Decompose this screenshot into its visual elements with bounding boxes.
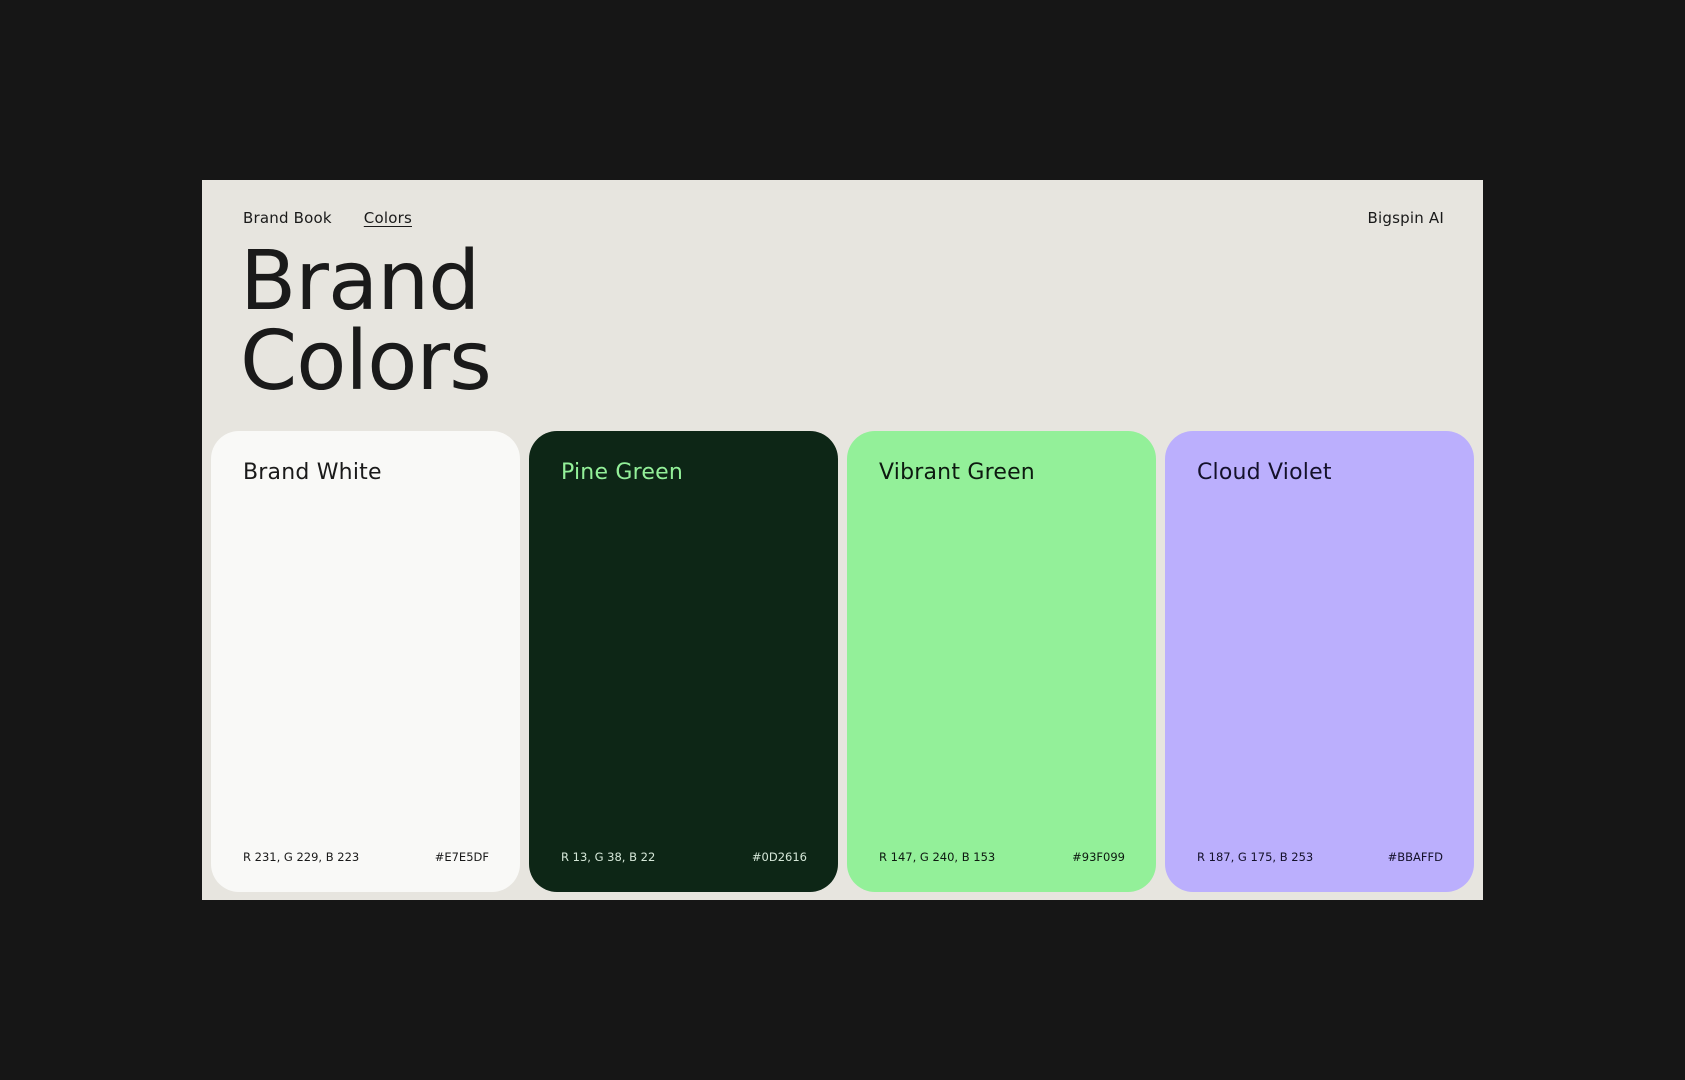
breadcrumb-colors[interactable]: Colors <box>364 209 412 227</box>
swatch-grid: Brand White R 231, G 229, B 223 #E7E5DF … <box>211 431 1474 892</box>
brand-name: Bigspin AI <box>1367 209 1444 227</box>
swatch-hex: #93F099 <box>1072 850 1125 864</box>
swatch-rgb: R 13, G 38, B 22 <box>561 850 656 864</box>
swatch-card-pine-green: Pine Green R 13, G 38, B 22 #0D2616 <box>529 431 838 892</box>
swatch-rgb: R 147, G 240, B 153 <box>879 850 996 864</box>
top-nav: Brand Book Colors Bigspin AI <box>243 207 1444 229</box>
swatch-card-brand-white: Brand White R 231, G 229, B 223 #E7E5DF <box>211 431 520 892</box>
swatch-card-cloud-violet: Cloud Violet R 187, G 175, B 253 #BBAFFD <box>1165 431 1474 892</box>
swatch-card-vibrant-green: Vibrant Green R 147, G 240, B 153 #93F09… <box>847 431 1156 892</box>
swatch-name: Vibrant Green <box>879 460 1035 485</box>
page-title-line-1: Brand <box>240 234 480 329</box>
breadcrumb-brand-book[interactable]: Brand Book <box>243 209 332 227</box>
page-title: Brand Colors <box>240 234 492 409</box>
swatch-rgb: R 187, G 175, B 253 <box>1197 850 1314 864</box>
swatch-name: Brand White <box>243 460 382 485</box>
swatch-name: Pine Green <box>561 460 683 485</box>
swatch-hex: #0D2616 <box>751 850 807 864</box>
brand-colors-slide: Brand Book Colors Bigspin AI Brand Color… <box>202 180 1483 900</box>
page-title-line-2: Colors <box>240 314 492 409</box>
swatch-name: Cloud Violet <box>1197 460 1332 485</box>
swatch-hex: #BBAFFD <box>1387 850 1443 864</box>
swatch-hex: #E7E5DF <box>434 850 489 864</box>
swatch-rgb: R 231, G 229, B 223 <box>243 850 360 864</box>
